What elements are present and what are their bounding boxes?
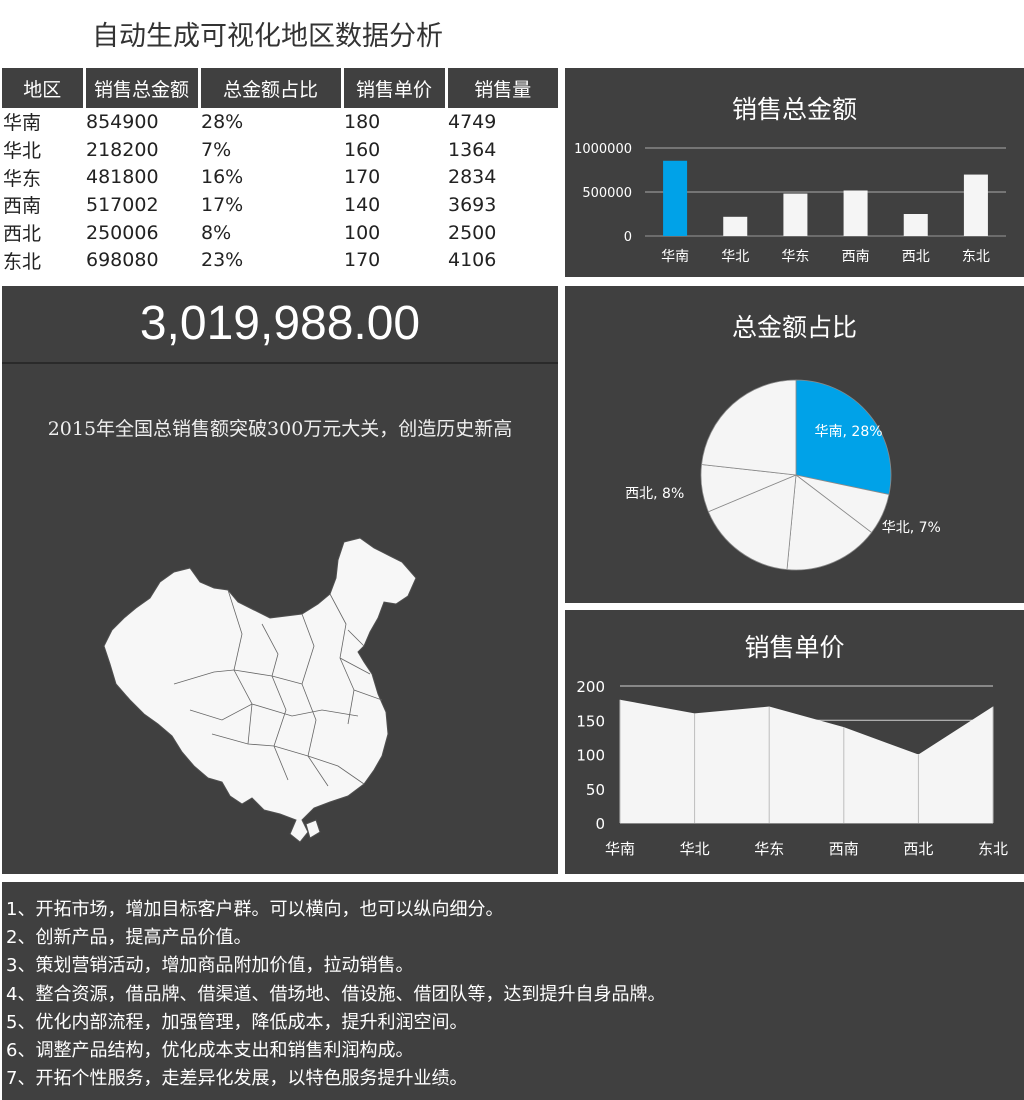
table-cell: 东北 [3,250,42,273]
sales-amount-chart-panel: 销售总金额 0 500000 1000000 华南 华北 华东 西南 西北 东北 [565,68,1024,277]
page-title: 自动生成可视化地区数据分析 [92,21,443,52]
list-item: 2、创新产品，提高产品价值。 [6,927,252,949]
bar [963,174,988,236]
x-tick-label: 华北 [721,249,749,265]
table-row: 西北 250006 8% 100 2500 [2,219,558,247]
column-header-total-amount: 销售总金额 [84,68,201,108]
x-tick-label: 华东 [781,249,809,265]
y-tick-label: 200 [576,678,605,696]
bar [843,190,868,236]
x-tick-label: 西南 [842,249,870,265]
table-cell: 23% [201,249,244,272]
table-cell: 8% [201,221,232,244]
table-cell: 7% [201,138,232,161]
x-tick-label: 华南 [605,840,635,858]
table-cell: 140 [344,193,381,216]
strategy-notes-panel: 1、开拓市场，增加目标客户群。可以横向，也可以纵向细分。 2、创新产品，提高产品… [2,882,1024,1100]
table-cell: 28% [201,110,244,133]
table-header-row: 地区 销售总金额 总金额占比 销售单价 销售量 [2,68,558,108]
x-tick-label: 东北 [962,249,990,265]
x-tick-label: 西北 [903,840,933,858]
pie-slice [701,379,797,476]
list-item: 4、整合资源，借品牌、借渠道、借场地、借设施、借团队等，达到提升自身品牌。 [6,983,666,1005]
panel-divider [2,362,558,364]
area-series [620,699,993,823]
strategy-notes-list: 1、开拓市场，增加目标客户群。可以横向，也可以纵向细分。 2、创新产品，提高产品… [6,896,665,1093]
share-chart-panel: 总金额占比 华南, 28% 华北, 7% 西北, 8% [565,286,1024,603]
table-cell: 2500 [448,221,497,244]
list-item: 6、调整产品结构，优化成本支出和销售利润构成。 [6,1039,414,1061]
pie-chart: 华南, 28% 华北, 7% 西北, 8% [625,379,941,571]
list-item: 5、优化内部流程，加强管理，降低成本，提升利润空间。 [6,1011,468,1033]
column-header-region: 地区 [2,68,86,108]
sales-headline: 2015年全国总销售额突破300万元大关，创造历史新高 [47,418,513,440]
table-cell: 3693 [448,193,497,216]
table-cell: 170 [344,249,381,272]
table-cell: 854900 [86,110,159,133]
bar-chart: 0 500000 1000000 华南 华北 华东 西南 西北 东北 [574,142,1006,265]
table-cell: 100 [344,221,381,244]
table-cell: 481800 [86,166,159,189]
table-row: 西南 517002 17% 140 3693 [2,191,558,219]
x-tick-label: 华南 [661,249,689,265]
total-sales-panel: 3,019,988.00 2015年全国总销售额突破300万元大关，创造历史新高 [2,286,558,874]
x-tick-label: 西南 [829,840,859,858]
table-cell: 17% [201,193,244,216]
y-tick-label: 0 [595,815,605,833]
china-map-icon [103,537,417,843]
pie-data-label: 华北, 7% [882,520,941,536]
data-table: 地区 销售总金额 总金额占比 销售单价 销售量 华南 854900 28% 18… [2,68,558,274]
x-tick-label: 西北 [902,249,930,265]
column-header-unit-price: 销售单价 [342,68,448,108]
unit-price-chart-panel: 销售单价 0 50 100 150 200 华南 华北 华东 西南 西北 东北 [565,610,1024,874]
table-row: 华北 218200 7% 160 1364 [2,136,558,164]
pie-data-label: 西北, 8% [625,486,684,502]
table-cell: 1364 [448,138,497,161]
table-row: 华东 481800 16% 170 2834 [2,163,558,191]
bar [723,216,748,236]
y-tick-label: 50 [586,781,605,799]
y-tick-label: 0 [624,230,632,245]
y-tick-label: 500000 [582,186,632,201]
table-cell: 170 [344,166,381,189]
y-tick-label: 1000000 [574,142,632,157]
table-cell: 华东 [3,167,42,190]
table-cell: 698080 [86,249,159,272]
x-tick-label: 华东 [754,840,784,858]
list-item: 1、开拓市场，增加目标客户群。可以横向，也可以纵向细分。 [6,899,504,920]
table-cell: 180 [344,110,381,133]
column-header-volume: 销售量 [446,68,558,108]
table-cell: 西南 [3,195,42,218]
bar [903,213,928,236]
table-cell: 华南 [3,112,42,135]
table-cell: 4749 [448,110,497,133]
table-cell: 西北 [3,223,42,246]
table-cell: 160 [344,138,381,161]
table-cell: 16% [201,166,244,189]
list-item: 3、策划营销活动，增加商品附加价值，拉动销售。 [6,955,414,977]
x-tick-label: 华北 [680,840,710,858]
column-header-share: 总金额占比 [199,68,344,108]
y-tick-label: 100 [576,747,605,765]
table-cell: 250006 [86,221,159,244]
table-cell: 4106 [448,249,497,272]
table-cell: 218200 [86,138,159,161]
table-row: 华南 854900 28% 180 4749 [2,108,558,136]
area-chart: 0 50 100 150 200 华南 华北 华东 西南 西北 东北 [576,678,1008,858]
table-cell: 华北 [3,140,42,163]
table-row: 东北 698080 23% 170 4106 [2,246,558,274]
x-tick-label: 东北 [978,840,1008,858]
bar [783,193,808,236]
table-cell: 2834 [448,166,497,189]
list-item: 7、开拓个性服务，走差异化发展，以特色服务提升业绩。 [6,1068,468,1090]
y-tick-label: 150 [576,712,605,730]
table-cell: 517002 [86,193,159,216]
total-sales-value: 3,019,988.00 [139,297,421,350]
bar [663,160,688,236]
pie-data-label: 华南, 28% [815,424,883,440]
